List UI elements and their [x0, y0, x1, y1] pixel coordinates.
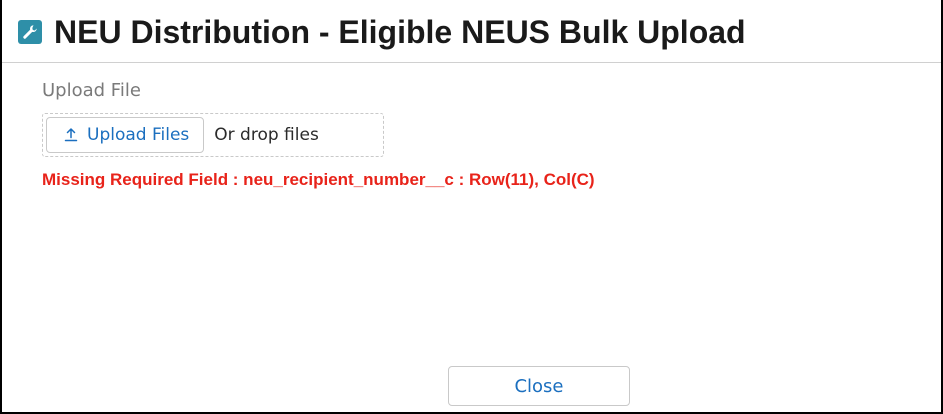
close-button[interactable]: Close	[448, 366, 630, 406]
modal-dialog: NEU Distribution - Eligible NEUS Bulk Up…	[0, 0, 943, 414]
close-button-label: Close	[514, 375, 564, 397]
wrench-icon	[18, 20, 42, 44]
upload-file-label: Upload File	[42, 80, 141, 101]
header-divider	[2, 62, 941, 63]
upload-files-label: Upload Files	[87, 125, 190, 145]
modal-header: NEU Distribution - Eligible NEUS Bulk Up…	[18, 10, 746, 54]
file-dropzone[interactable]: Upload Files Or drop files	[42, 113, 384, 157]
drop-files-text: Or drop files	[214, 125, 319, 145]
upload-files-button[interactable]: Upload Files	[46, 117, 205, 153]
upload-icon	[63, 127, 79, 143]
error-message: Missing Required Field : neu_recipient_n…	[42, 170, 595, 189]
modal-title: NEU Distribution - Eligible NEUS Bulk Up…	[54, 13, 746, 50]
